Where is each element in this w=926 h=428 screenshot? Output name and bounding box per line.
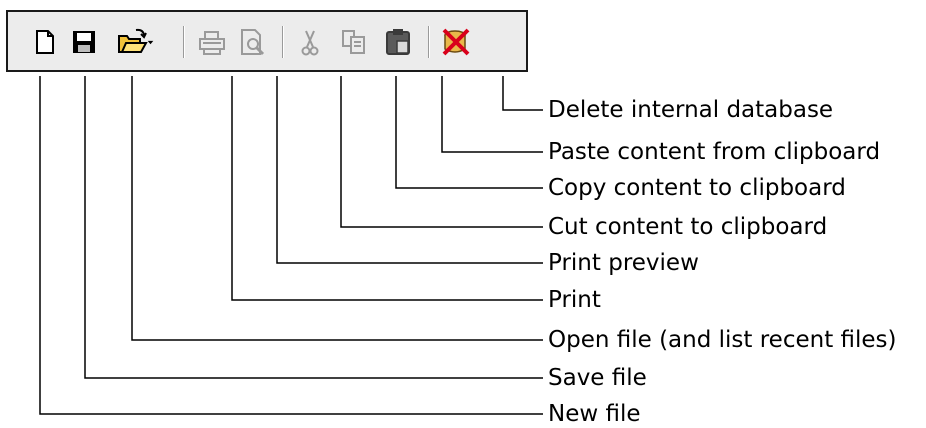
label-cut: Cut content to clipboard [548, 214, 828, 240]
label-copy: Copy content to clipboard [548, 175, 846, 201]
label-paste: Paste content from clipboard [548, 139, 881, 165]
label-delete-database: Delete internal database [548, 97, 834, 123]
label-open-file: Open file (and list recent files) [548, 327, 897, 353]
label-print-preview: Print preview [548, 250, 699, 276]
callout-line-copy [395, 76, 543, 189]
callout-line-paste [441, 76, 543, 153]
label-save-file: Save file [548, 365, 647, 391]
callout-line-delete [502, 76, 543, 111]
label-print: Print [548, 287, 601, 313]
label-new-file: New file [548, 401, 641, 427]
callout-line-new [39, 76, 543, 415]
